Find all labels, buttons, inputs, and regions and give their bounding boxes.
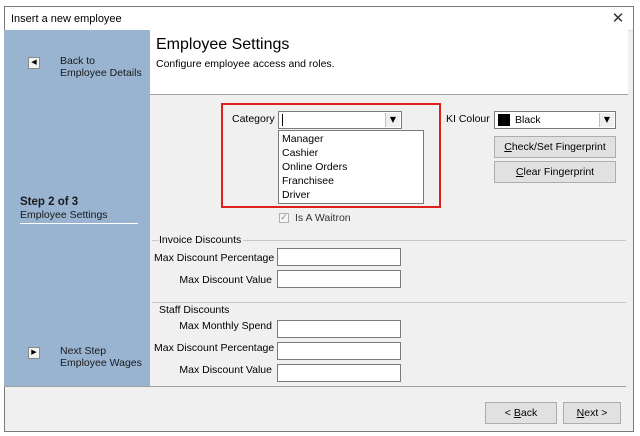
step-indicator: Step 2 of 3 <box>20 196 79 208</box>
step-name: Employee Settings <box>20 209 108 221</box>
staff-max-discount-pct-input[interactable] <box>277 342 401 360</box>
back-to-target[interactable]: Employee Details <box>60 67 142 79</box>
wizard-sidebar: ◀ Back to Employee Details Step 2 of 3 E… <box>4 30 150 386</box>
chevron-down-icon[interactable]: ▼ <box>599 113 614 127</box>
window-title: Insert a new employee <box>11 13 122 25</box>
clear-fingerprint-button[interactable]: Clear Fingerprint <box>494 161 616 183</box>
colour-swatch <box>498 114 510 126</box>
invoice-max-discount-pct-input[interactable] <box>277 248 401 266</box>
staff-max-discount-pct-label: Max Discount Percentage <box>154 342 275 354</box>
is-waitron-checkbox[interactable]: ✓ <box>279 213 289 223</box>
staff-max-discount-value-input[interactable] <box>277 364 401 382</box>
staff-max-discount-value-label: Max Discount Value <box>179 364 272 376</box>
ki-colour-label: KI Colour <box>446 113 490 125</box>
title-bar: Insert a new employee ✕ <box>5 7 633 31</box>
page-subtitle: Configure employee access and roles. <box>156 58 335 70</box>
annotation-highlight-box <box>221 103 441 208</box>
invoice-max-discount-pct-label: Max Discount Percentage <box>154 252 275 264</box>
invoice-max-discount-value-label: Max Discount Value <box>179 274 272 286</box>
next-button[interactable]: Next > <box>563 402 621 424</box>
check-set-fingerprint-button[interactable]: Check/Set Fingerprint <box>494 136 616 158</box>
ki-colour-select[interactable]: Black ▼ <box>494 111 616 129</box>
close-icon[interactable]: ✕ <box>609 9 627 27</box>
staff-max-monthly-spend-label: Max Monthly Spend <box>179 320 272 332</box>
staff-discounts-title: Staff Discounts <box>159 304 232 316</box>
invoice-discounts-title: Invoice Discounts <box>159 234 244 246</box>
invoice-max-discount-value-input[interactable] <box>277 270 401 288</box>
staff-max-monthly-spend-input[interactable] <box>277 320 401 338</box>
group-divider <box>152 302 626 303</box>
next-step-label[interactable]: Next Step <box>60 345 106 357</box>
next-step-target[interactable]: Employee Wages <box>60 357 142 369</box>
ki-colour-value: Black <box>515 114 541 126</box>
page-header: Employee Settings Configure employee acc… <box>150 30 628 95</box>
page-title: Employee Settings <box>156 36 290 53</box>
right-arrow-icon[interactable]: ▶ <box>28 347 40 359</box>
back-to-label[interactable]: Back to <box>60 55 95 67</box>
is-waitron-label: Is A Waitron <box>295 212 351 224</box>
back-button[interactable]: < Back <box>485 402 557 424</box>
step-divider <box>20 223 138 224</box>
left-arrow-icon[interactable]: ◀ <box>28 57 40 69</box>
